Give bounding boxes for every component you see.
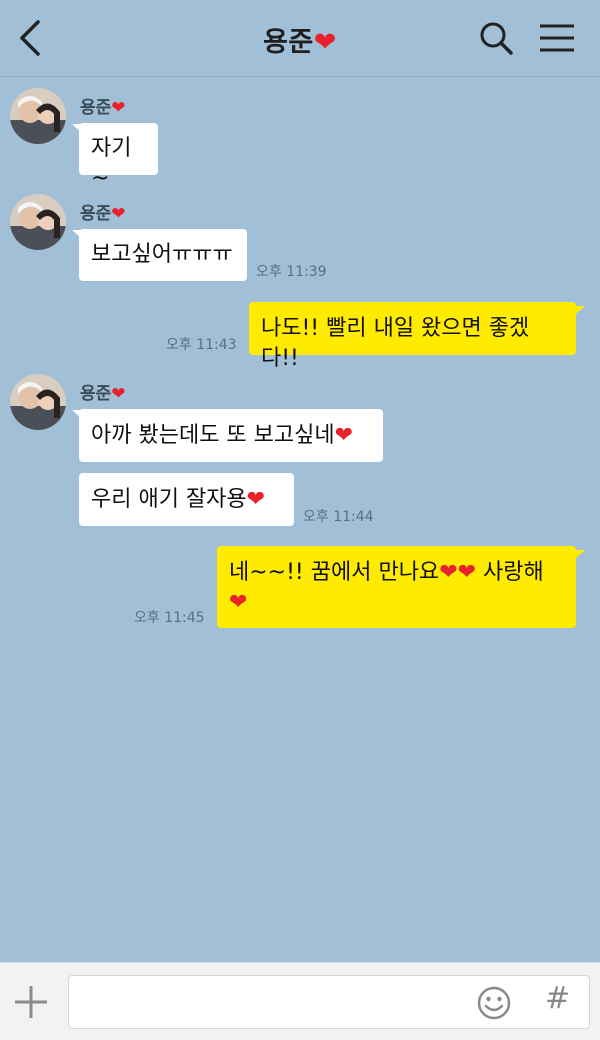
contact-avatar[interactable] [10,374,66,430]
message-time: 오후 11:39 [256,264,327,280]
heart-icon: ❤ [246,487,266,512]
sender-name: 용준❤ [80,384,126,404]
bubble-tail [576,306,585,314]
search-icon[interactable] [478,20,514,56]
contact-avatar[interactable] [10,194,66,250]
message-time: 오후 11:43 [166,337,237,353]
heart-icon: ❤ [313,27,337,58]
message-bubble-incoming[interactable]: 보고싶어ㅠㅠㅠ [79,229,247,281]
message-line: ❤ [229,588,564,618]
heart-icon: ❤ [111,204,126,224]
sender-name: 용준❤ [80,98,126,118]
heart-icon: ❤ [111,98,126,118]
message-bubble-outgoing[interactable]: 나도!! 빨리 내일 왔으면 좋겠다!! [249,302,576,371]
heart-icon: ❤ [111,384,126,404]
hashtag-button[interactable]: # [545,981,570,1016]
hamburger-menu-icon[interactable] [538,22,576,54]
sender-name: 용준❤ [80,204,126,224]
plus-icon[interactable] [12,983,50,1021]
message-input-bar: # [0,962,600,1040]
message-bubble-incoming[interactable]: 아까 봤는데도 또 보고싶네❤ [79,409,383,462]
message-time: 오후 11:44 [303,509,374,525]
heart-icon: ❤ [334,423,354,448]
contact-avatar[interactable] [10,88,66,144]
chat-header: 용준❤ [0,0,600,77]
message-bubble-outgoing[interactable]: 네~~!! 꿈에서 만나요❤❤ 사랑해 ❤ [217,546,576,628]
bubble-tail [576,550,585,558]
message-time: 오후 11:45 [134,610,205,626]
message-bubble-incoming[interactable]: 우리 애기 잘자용❤ [79,473,294,526]
message-bubble-incoming[interactable]: 자기~ [79,123,158,191]
message-line: 네~~!! 꿈에서 만나요❤❤ 사랑해 [229,560,544,585]
chat-title-text: 용준 [263,27,314,58]
emoji-icon[interactable] [476,985,512,1021]
heart-icon: ❤ [229,590,248,615]
heart-icon: ❤❤ [439,560,477,585]
